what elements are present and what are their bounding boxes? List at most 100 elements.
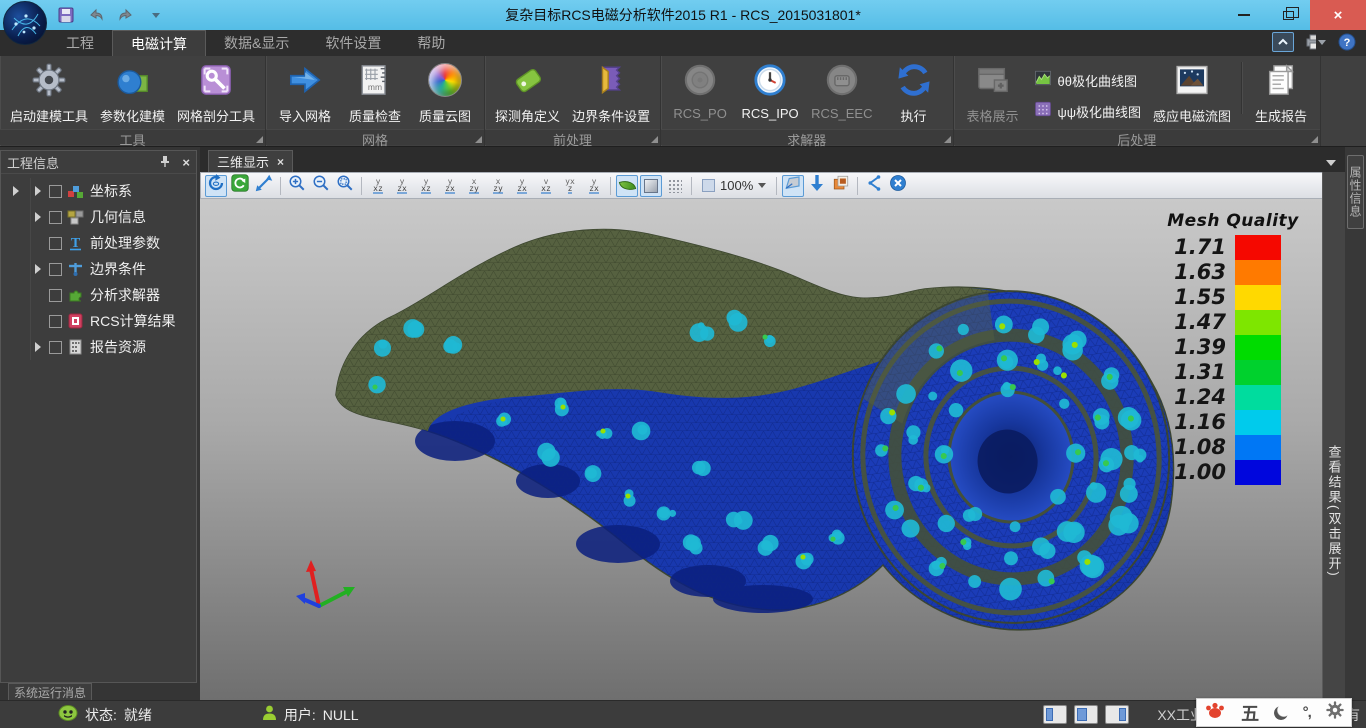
expand-arrow-icon[interactable] xyxy=(13,186,19,196)
view-orientation-button-17[interactable]: yzx xyxy=(583,175,605,197)
ribbon-button-mesh-tool[interactable]: 网格剖分工具 xyxy=(171,60,261,132)
legend-row: 1.08 xyxy=(1163,435,1303,460)
tab-close-icon[interactable]: × xyxy=(277,155,284,169)
menu-tab-1[interactable]: 工程 xyxy=(48,30,112,56)
collapse-ribbon-icon[interactable] xyxy=(1272,32,1294,52)
tree-checkbox[interactable] xyxy=(49,211,62,224)
tree-checkbox[interactable] xyxy=(49,185,62,198)
ribbon-button-import-mesh[interactable]: 导入网格 xyxy=(270,60,340,132)
ribbon-button-label: ψψ极化曲线图 xyxy=(1058,102,1142,121)
flow-share-icon[interactable] xyxy=(863,175,885,197)
tree-checkbox[interactable] xyxy=(49,263,62,276)
menu-tab-3[interactable]: 数据&显示 xyxy=(206,30,307,56)
tree-item-6[interactable]: RCS计算结果 xyxy=(1,308,196,334)
print-preview-icon[interactable] xyxy=(1304,32,1326,52)
close-icon[interactable]: × xyxy=(182,155,190,170)
pan-arrow-icon[interactable] xyxy=(253,175,275,197)
zoom-in-icon[interactable] xyxy=(286,175,308,197)
ribbon-button-induced-current-map[interactable]: 感应电磁流图 xyxy=(1147,60,1237,132)
view-results-strip[interactable]: 查看结果(双击展开) xyxy=(1322,172,1345,700)
ribbon-button-label: RCS_IPO xyxy=(742,106,799,121)
view-orientation-button-10[interactable]: yxz xyxy=(415,175,437,197)
view-orientation-button-8[interactable]: yxz xyxy=(367,175,389,197)
ribbon-button-quality-cloud[interactable]: 质量云图 xyxy=(410,60,480,132)
minimize-icon[interactable] xyxy=(1222,0,1266,30)
moon-icon[interactable] xyxy=(1274,706,1288,720)
paw-icon[interactable] xyxy=(1204,700,1226,725)
pin-icon[interactable] xyxy=(160,155,170,170)
tree-checkbox[interactable] xyxy=(49,289,62,302)
view-orientation-button-9[interactable]: yzx xyxy=(391,175,413,197)
arrow-down-icon[interactable] xyxy=(806,175,828,197)
layout-split-icon[interactable] xyxy=(1074,705,1098,724)
close-icon[interactable]: × xyxy=(1310,0,1366,30)
orbit-refresh-icon[interactable] xyxy=(229,175,251,197)
expand-arrow-icon[interactable] xyxy=(35,342,41,352)
group-dialog-launcher-icon[interactable] xyxy=(475,136,482,143)
zoom-out-icon[interactable] xyxy=(310,175,332,197)
wire-dots-icon[interactable] xyxy=(664,175,686,197)
ribbon-button-psi-chart[interactable]: ψψ极化曲线图 xyxy=(1034,100,1142,123)
tab-list-caret-icon[interactable] xyxy=(1326,160,1336,166)
group-dialog-launcher-icon[interactable] xyxy=(256,136,263,143)
layers-icon[interactable] xyxy=(830,175,852,197)
layout-right-icon[interactable] xyxy=(1105,705,1129,724)
help-icon[interactable]: ? xyxy=(1336,32,1358,52)
view-orientation-button-13[interactable]: xzy xyxy=(487,175,509,197)
tree-checkbox[interactable] xyxy=(49,315,62,328)
ribbon-button-quality-check[interactable]: mm质量检查 xyxy=(340,60,410,132)
group-dialog-launcher-icon[interactable] xyxy=(651,136,658,143)
cancel-icon[interactable] xyxy=(887,175,909,197)
expand-arrow-icon[interactable] xyxy=(35,264,41,274)
tree-item-2[interactable]: 几何信息 xyxy=(1,204,196,230)
ribbon-button-execute[interactable]: 执行 xyxy=(879,60,949,132)
menu-tab-4[interactable]: 软件设置 xyxy=(307,30,399,56)
tree-item-5[interactable]: 分析求解器 xyxy=(1,282,196,308)
tab-property-info[interactable]: 属性信息 xyxy=(1347,155,1364,229)
expand-arrow-icon[interactable] xyxy=(35,212,41,222)
ribbon-button-report[interactable]: 生成报告 xyxy=(1246,60,1316,132)
tree-item-1[interactable]: 坐标系 xyxy=(1,178,196,204)
clip-region-icon[interactable] xyxy=(782,175,804,197)
view-orientation-button-12[interactable]: xzy xyxy=(463,175,485,197)
app-logo[interactable] xyxy=(3,1,47,45)
tree-item-3[interactable]: T前处理参数 xyxy=(1,230,196,256)
leaf-icon[interactable] xyxy=(616,175,638,197)
layout-left-icon[interactable] xyxy=(1043,705,1067,724)
ribbon-button-theta-chart[interactable]: θθ极化曲线图 xyxy=(1034,69,1142,92)
group-dialog-launcher-icon[interactable] xyxy=(1311,136,1318,143)
tree-item-7[interactable]: 报告资源 xyxy=(1,334,196,360)
expand-arrow-icon[interactable] xyxy=(35,186,41,196)
view-orientation-button-15[interactable]: vxz xyxy=(535,175,557,197)
group-dialog-launcher-icon[interactable] xyxy=(944,136,951,143)
shaded-icon[interactable] xyxy=(640,175,662,197)
system-messages-tab[interactable]: 系统运行消息 xyxy=(8,683,92,700)
gear-icon[interactable] xyxy=(1326,701,1344,724)
ribbon-button-gear[interactable]: 启动建模工具 xyxy=(4,60,94,132)
tree-item-4[interactable]: 边界条件 xyxy=(1,256,196,282)
view-orientation-button-14[interactable]: yzx xyxy=(511,175,533,197)
zoom-window-icon[interactable] xyxy=(334,175,356,197)
orbit-icon[interactable] xyxy=(205,175,227,197)
ime-mode-button[interactable]: 五 xyxy=(1241,700,1259,726)
tab-3d-display[interactable]: 三维显示 × xyxy=(208,150,293,172)
ime-punctuation-button[interactable]: °, xyxy=(1303,704,1311,721)
legend-row: 1.24 xyxy=(1163,385,1303,410)
theta-chart-icon xyxy=(1034,69,1052,92)
ribbon-button-probe-angle[interactable]: 探测角定义 xyxy=(489,60,566,132)
view-orientation-button-16[interactable]: yxz xyxy=(559,175,581,197)
zoom-level-select[interactable]: 100% xyxy=(697,175,771,197)
ribbon-button-param-model[interactable]: 参数化建模 xyxy=(94,60,171,132)
menu-tab-5[interactable]: 帮助 xyxy=(399,30,463,56)
ribbon-button-label: 探测角定义 xyxy=(495,106,560,125)
legend-color-band xyxy=(1235,235,1281,260)
main-area: 工程信息 × 坐标系几何信息T前处理参数边界条件分析求解器RCS计算结果报告资源… xyxy=(0,147,1366,700)
restore-icon[interactable] xyxy=(1266,0,1310,30)
tree-checkbox[interactable] xyxy=(49,237,62,250)
ribbon-button-solver-ipo[interactable]: RCS_IPO xyxy=(735,60,805,132)
ribbon-button-boundary-book[interactable]: 边界条件设置 xyxy=(566,60,656,132)
view-orientation-button-11[interactable]: yzx xyxy=(439,175,461,197)
menu-tab-2[interactable]: 电磁计算 xyxy=(112,30,206,56)
viewport-canvas[interactable]: Mesh Quality 1.711.631.551.471.391.311.2… xyxy=(200,199,1325,700)
tree-checkbox[interactable] xyxy=(49,341,62,354)
